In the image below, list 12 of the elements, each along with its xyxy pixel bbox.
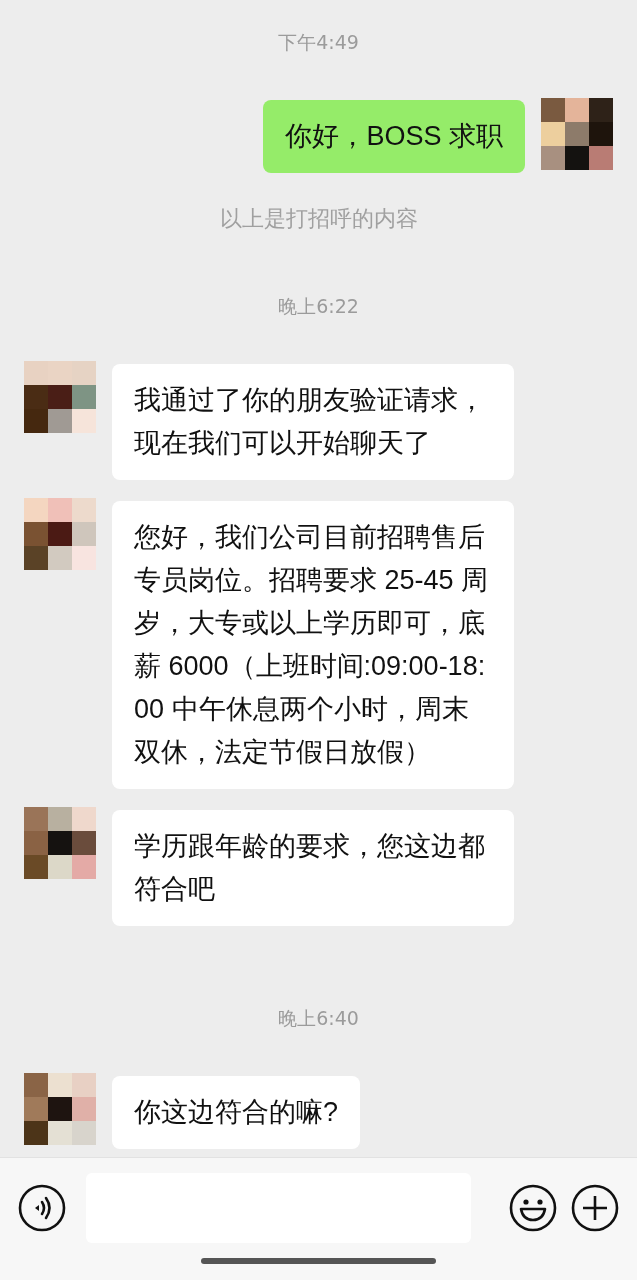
add-icon[interactable] bbox=[571, 1184, 619, 1232]
received-message-bubble: 您好，我们公司目前招聘售后专员岗位。招聘要求 25-45 周岁，大专或以上学历即可，底薪 6000（上班时间:09:00-18:00 中午休息两个小时，周末双休，法定节假日放假） bbox=[112, 501, 514, 789]
emoji-icon[interactable] bbox=[509, 1184, 557, 1232]
received-message-bubble: 你这边符合的嘛? bbox=[112, 1076, 361, 1149]
timestamp: 晚上6:22 bbox=[278, 294, 359, 319]
received-message-bubble: 我通过了你的朋友验证请求，现在我们可以开始聊天了 bbox=[112, 364, 514, 480]
timestamp: 下午4:49 bbox=[278, 30, 359, 55]
received-message-bubble: 学历跟年龄的要求，您这边都符合吧 bbox=[112, 810, 514, 926]
system-notice: 以上是打招呼的内容 bbox=[219, 205, 418, 233]
timestamp: 晚上6:40 bbox=[278, 1006, 359, 1031]
sent-message-bubble: 你好，BOSS 求职 bbox=[263, 100, 525, 173]
voice-icon[interactable] bbox=[18, 1184, 66, 1232]
